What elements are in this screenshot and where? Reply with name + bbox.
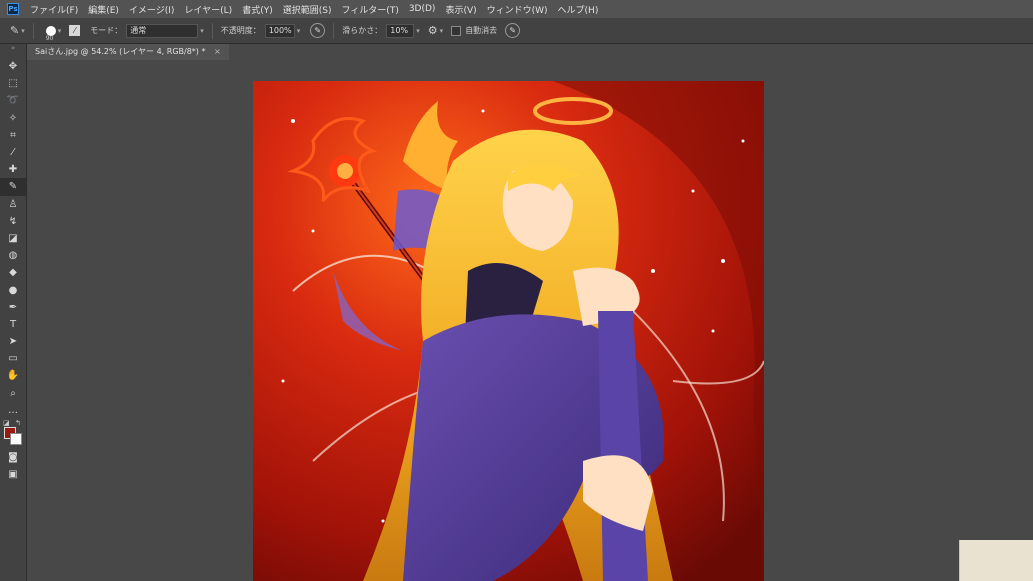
chevron-down-icon: ▾: [200, 26, 204, 35]
screen-mode-icon[interactable]: ▣: [0, 466, 26, 483]
smoothing-label: 滑らかさ：: [342, 26, 383, 35]
tool-preset-picker[interactable]: ✎ ▾: [10, 24, 25, 37]
menu-filter[interactable]: フィルター(T): [336, 3, 403, 16]
opacity-input[interactable]: 100%: [264, 23, 295, 38]
pencil-tool-icon[interactable]: ✎: [0, 178, 26, 196]
menu-edit[interactable]: 編集(E): [83, 3, 124, 16]
menu-type[interactable]: 書式(Y): [237, 3, 278, 16]
menu-window[interactable]: ウィンドウ(W): [482, 3, 553, 16]
tools-panel: » ✥ ⬚ ➰ ✧ ⌗ ⁄ ✚ ✎ ♙ ↯ ◪ ◍ ◆ ● ✒ T ➤ ▭ ✋ ⌕… ◪ ↰ ◙ ▣: [0, 44, 27, 581]
divider: [32, 22, 34, 39]
color-swatches: ◪ ↰: [0, 419, 26, 449]
type-tool-icon[interactable]: T: [0, 316, 26, 333]
checkbox-icon: [451, 25, 462, 36]
stamp-tool-icon[interactable]: ♙: [0, 196, 26, 213]
pressure-opacity-icon: ✎: [310, 23, 326, 38]
mode-select[interactable]: 通常: [126, 23, 199, 38]
chevron-down-icon: ▾: [21, 26, 25, 35]
crop-tool-icon[interactable]: ⌗: [0, 127, 26, 144]
photoshop-logo-icon: Ps: [7, 3, 19, 15]
menu-select[interactable]: 選択範囲(S): [278, 3, 337, 16]
move-tool-icon[interactable]: ✥: [0, 58, 26, 75]
pressure-size-icon: ✎: [505, 23, 521, 38]
magic-wand-tool-icon[interactable]: ✧: [0, 110, 26, 127]
brush-size-value: 90: [45, 34, 54, 42]
menu-help[interactable]: ヘルプ(H): [553, 3, 604, 16]
menu-layer[interactable]: レイヤー(L): [179, 3, 237, 16]
auto-erase-checkbox[interactable]: 自動消去: [451, 25, 497, 36]
overlay-panel: [959, 540, 1033, 581]
path-selection-tool-icon[interactable]: ➤: [0, 333, 26, 350]
healing-brush-tool-icon[interactable]: ✚: [0, 161, 26, 178]
close-icon[interactable]: ×: [214, 47, 221, 56]
quick-mask-icon[interactable]: ◙: [0, 449, 26, 466]
chevron-down-icon: ▾: [57, 26, 62, 35]
more-tools-icon[interactable]: …: [0, 402, 26, 419]
swap-colors-icon[interactable]: ↰: [15, 419, 21, 427]
divider: [211, 22, 213, 39]
chevron-down-icon: ▾: [296, 26, 301, 35]
smoothing-input[interactable]: 10%: [386, 23, 415, 38]
document-tab[interactable]: Saiさん.jpg @ 54.2% (レイヤー 4, RGB/8*) * ×: [27, 44, 229, 60]
pressure-size-button[interactable]: ✎: [505, 23, 521, 38]
pressure-opacity-button[interactable]: ✎: [310, 23, 326, 38]
opacity-label: 不透明度：: [220, 26, 261, 35]
brush-settings-icon: ⁄: [69, 25, 81, 36]
menu-image[interactable]: イメージ(I): [124, 3, 180, 16]
smoothing-options-button[interactable]: ⚙ ▾: [428, 24, 443, 37]
gear-icon: ⚙: [427, 24, 438, 37]
default-colors-icon[interactable]: ◪: [3, 419, 10, 427]
menu-3d[interactable]: 3D(D): [404, 4, 441, 14]
artwork-canvas[interactable]: [253, 81, 764, 581]
paint-bucket-tool-icon[interactable]: ◍: [0, 247, 26, 264]
hand-tool-icon[interactable]: ✋: [0, 367, 26, 384]
pen-tool-icon[interactable]: ✒: [0, 299, 26, 316]
eyedropper-tool-icon[interactable]: ⁄: [0, 144, 26, 161]
artwork-illustration: [253, 81, 764, 581]
options-bar: ✎ ▾ 90 ▾ ⁄ モード： 通常 ▾ 不透明度： 100% ▾ ✎ 滑らかさ…: [0, 18, 1033, 44]
rectangle-tool-icon[interactable]: ▭: [0, 350, 26, 367]
menu-file[interactable]: ファイル(F): [25, 3, 83, 16]
divider: [333, 22, 335, 39]
pencil-icon: ✎: [10, 24, 20, 37]
chevron-down-icon: ▾: [416, 26, 420, 35]
document-title: Saiさん.jpg @ 54.2% (レイヤー 4, RGB/8*) *: [35, 47, 206, 56]
blur-tool-icon[interactable]: ◆: [0, 264, 26, 281]
brush-size-picker[interactable]: 90 ▾: [45, 25, 62, 42]
dodge-tool-icon[interactable]: ●: [0, 281, 26, 298]
auto-erase-label: 自動消去: [465, 26, 498, 35]
menu-view[interactable]: 表示(V): [440, 3, 481, 16]
zoom-tool-icon[interactable]: ⌕: [0, 385, 26, 402]
lasso-tool-icon[interactable]: ➰: [0, 92, 26, 109]
mode-label: モード：: [90, 26, 123, 35]
background-color-swatch[interactable]: [10, 432, 22, 445]
chevron-down-icon: ▾: [439, 26, 444, 35]
history-brush-tool-icon[interactable]: ↯: [0, 213, 26, 230]
panel-collapse-icon[interactable]: »: [0, 44, 26, 58]
marquee-tool-icon[interactable]: ⬚: [0, 75, 26, 92]
eraser-tool-icon[interactable]: ◪: [0, 230, 26, 247]
brush-tip-icon: 90: [45, 25, 56, 42]
tool-list: ✥ ⬚ ➰ ✧ ⌗ ⁄ ✚ ✎ ♙ ↯ ◪ ◍ ◆ ● ✒ T ➤ ▭ ✋ ⌕…: [0, 58, 26, 419]
brush-panel-toggle[interactable]: ⁄: [69, 25, 81, 36]
menu-bar: Ps ファイル(F) 編集(E) イメージ(I) レイヤー(L) 書式(Y) 選…: [0, 0, 1033, 18]
